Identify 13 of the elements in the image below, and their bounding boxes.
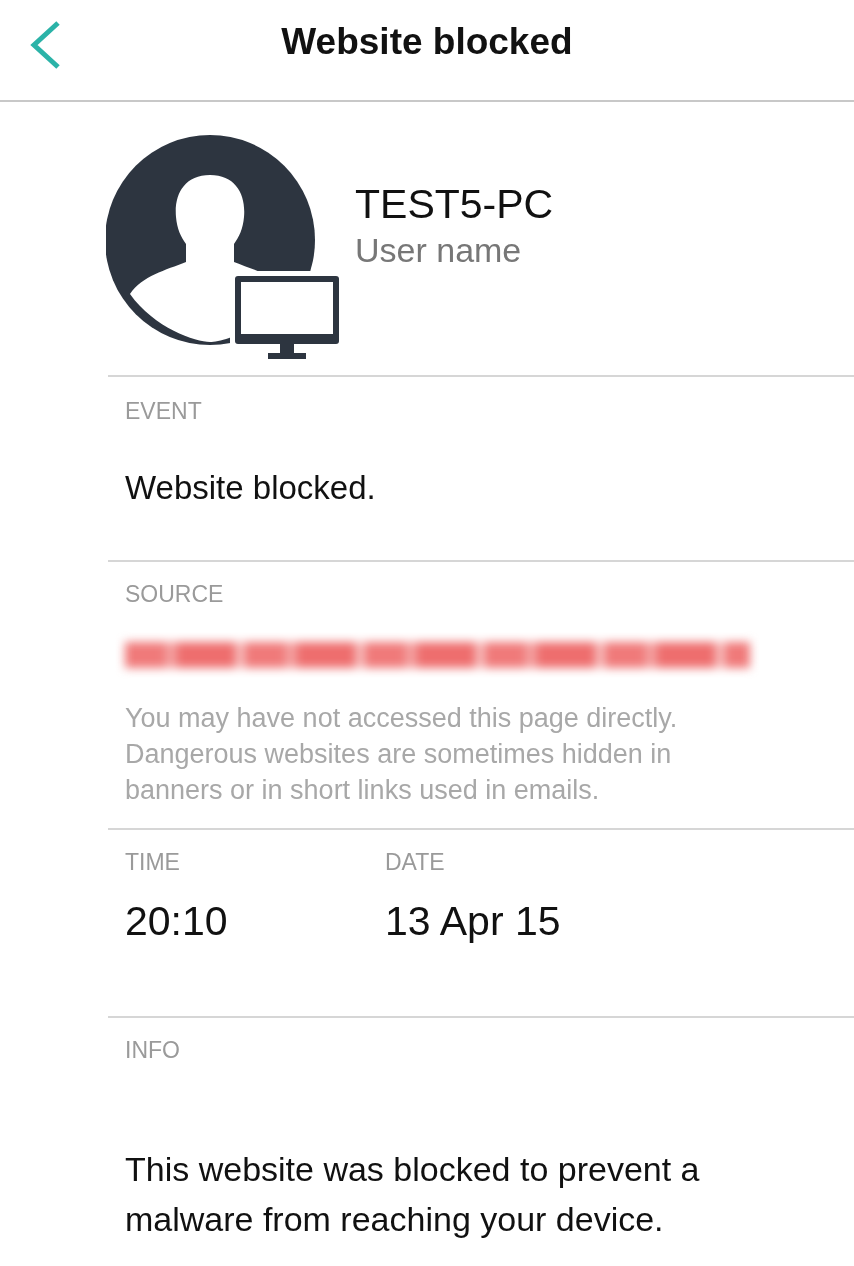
date-label: DATE — [385, 848, 446, 876]
section-label: EVENT — [125, 397, 203, 425]
screen-title: Website blocked — [281, 20, 573, 64]
time-label: TIME — [125, 848, 181, 876]
info-text: This website was blocked to prevent a malware from reaching your device. — [125, 1149, 701, 1240]
section-label: SOURCE — [125, 580, 225, 608]
source-note: You may have not accessed this page directly. Dangerous websites are sometimes hidden in banners or in short links used in emails. — [125, 702, 679, 807]
section-label: INFO — [125, 1036, 181, 1064]
user-name: User name — [355, 230, 523, 271]
device-name: TEST5-PC — [355, 180, 554, 228]
time-value: 20:10 — [125, 897, 229, 946]
date-value: 13 Apr 15 — [385, 897, 561, 946]
event-text: Website blocked. — [125, 468, 377, 508]
